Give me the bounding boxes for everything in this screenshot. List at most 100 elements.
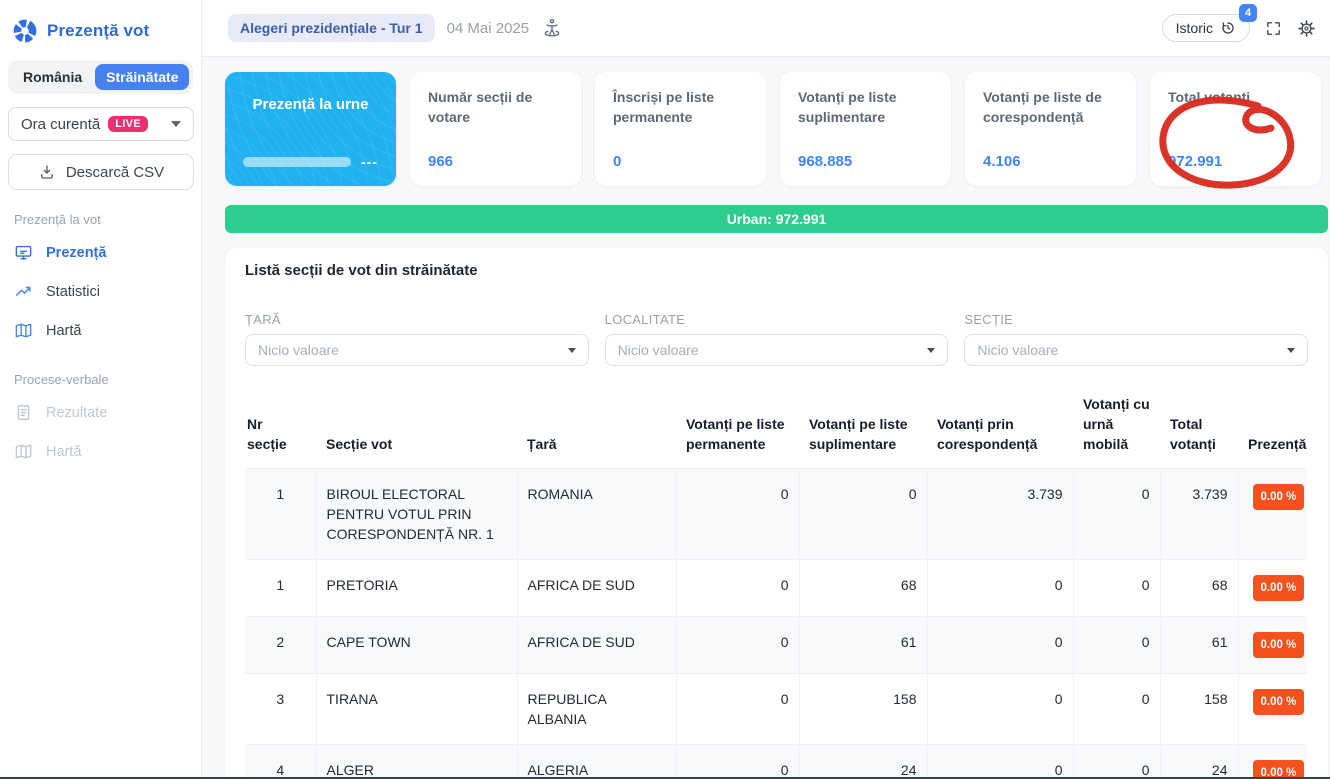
turnout-progress-bar xyxy=(243,157,351,167)
fullscreen-icon[interactable] xyxy=(1265,20,1282,37)
cell-prezenta: 0.00 % xyxy=(1238,674,1307,745)
cell-sectie-vot: CAPE TOWN xyxy=(316,617,517,674)
cell-total-votanti: 3.739 xyxy=(1160,469,1238,560)
download-csv-label: Descarcă CSV xyxy=(66,164,164,181)
nav-items: Rezultate Hartă xyxy=(8,393,193,471)
cell-sectie-vot: TIRANA xyxy=(316,674,517,745)
nav-section-label: Prezență la vot xyxy=(8,212,193,227)
caret-down-icon xyxy=(568,348,576,353)
table-row: 4 ALGER ALGERIA 0 24 0 0 24 0.00 % xyxy=(245,745,1307,779)
nav-sections: Prezență la vot Prezență Statistici Hart… xyxy=(8,212,193,471)
stat-card: Votanți pe liste suplimentare 968.885 xyxy=(780,72,951,186)
cell-liste-permanente: 0 xyxy=(676,617,799,674)
table-body: 1 BIROUL ELECTORAL PENTRU VOTUL PRIN COR… xyxy=(245,469,1307,779)
table-row: 1 PRETORIA AFRICA DE SUD 0 68 0 0 68 0.0… xyxy=(245,560,1307,617)
download-csv-button[interactable]: Descarcă CSV xyxy=(8,154,194,190)
column-header: Votanți pe liste suplimentare xyxy=(799,390,927,469)
cell-sectie-vot: BIROUL ELECTORAL PENTRU VOTUL PRIN CORES… xyxy=(316,469,517,560)
cell-urna-mobila: 0 xyxy=(1073,674,1160,745)
cell-tara: ROMANIA xyxy=(517,469,676,560)
column-header: Prezență xyxy=(1238,390,1307,469)
cell-liste-suplimentare: 158 xyxy=(799,674,927,745)
cell-prezenta: 0.00 % xyxy=(1238,469,1307,560)
cell-total-votanti: 24 xyxy=(1160,745,1238,779)
cell-total-votanti: 61 xyxy=(1160,617,1238,674)
main-area: Alegeri prezidențiale - Tur 1 04 Mai 202… xyxy=(202,0,1330,779)
stat-card-value: 0 xyxy=(613,153,748,170)
country-tabs: România Străinătate xyxy=(8,60,193,94)
cell-urna-mobila: 0 xyxy=(1073,617,1160,674)
cell-corespondenta: 0 xyxy=(927,617,1073,674)
nav-item-label: Statistici xyxy=(46,284,100,300)
panel-title: Listă secții de vot din străinătate xyxy=(245,262,1308,279)
column-header: Țară xyxy=(517,390,676,469)
filter-label: SECȚIE xyxy=(964,312,1308,327)
document-icon xyxy=(14,403,33,422)
sidebar-item-statistici[interactable]: Statistici xyxy=(8,272,193,311)
map-icon xyxy=(14,442,33,461)
stat-card-title: Înscriși pe liste permanente xyxy=(613,88,748,128)
sidebar-item-hartă[interactable]: Hartă xyxy=(8,311,193,350)
cell-liste-suplimentare: 24 xyxy=(799,745,927,779)
cell-total-votanti: 158 xyxy=(1160,674,1238,745)
cell-prezenta: 0.00 % xyxy=(1238,745,1307,779)
cell-liste-suplimentare: 61 xyxy=(799,617,927,674)
istoric-label: Istoric xyxy=(1176,20,1213,36)
filter-țară: ȚARĂ Nicio valoare xyxy=(245,312,589,366)
cell-prezenta: 0.00 % xyxy=(1238,617,1307,674)
cell-corespondenta: 3.739 xyxy=(927,469,1073,560)
election-badge: Alegeri prezidențiale - Tur 1 xyxy=(228,14,435,42)
cell-total-votanti: 68 xyxy=(1160,560,1238,617)
shutter-icon xyxy=(12,18,38,44)
filter-select[interactable]: Nicio valoare xyxy=(605,334,949,366)
cell-liste-permanente: 0 xyxy=(676,674,799,745)
turnout-row: --- xyxy=(243,154,378,170)
page: Prezență vot România Străinătate Ora cur… xyxy=(0,0,1330,779)
topbar-right: Istoric 4 xyxy=(1162,14,1316,42)
accessibility-icon[interactable] xyxy=(541,17,563,39)
table-header-row: Nr secțieSecție votȚarăVotanți pe liste … xyxy=(245,390,1307,469)
stat-card-value: 966 xyxy=(428,153,563,170)
caret-down-icon xyxy=(171,121,181,127)
cell-prezenta: 0.00 % xyxy=(1238,560,1307,617)
table-row: 3 TIRANA REPUBLICA ALBANIA 0 158 0 0 158… xyxy=(245,674,1307,745)
content: Prezență la urne --- Număr secții de vot… xyxy=(202,57,1330,779)
cell-corespondenta: 0 xyxy=(927,674,1073,745)
monitor-icon xyxy=(14,243,33,262)
caret-down-icon xyxy=(927,348,935,353)
nav-group: Prezență la vot Prezență Statistici Hart… xyxy=(8,212,193,350)
sidebar-item-prezență[interactable]: Prezență xyxy=(8,233,193,272)
tab-romania[interactable]: România xyxy=(12,64,93,90)
sidebar-item-hartă[interactable]: Hartă xyxy=(8,432,193,471)
istoric-button[interactable]: Istoric xyxy=(1162,14,1250,42)
cell-nr-sectie: 1 xyxy=(245,469,316,560)
sidebar-item-rezultate[interactable]: Rezultate xyxy=(8,393,193,432)
table-row: 2 CAPE TOWN AFRICA DE SUD 0 61 0 0 61 0.… xyxy=(245,617,1307,674)
filter-localitate: LOCALITATE Nicio valoare xyxy=(605,312,949,366)
cell-corespondenta: 0 xyxy=(927,560,1073,617)
turnout-card: Prezență la urne --- xyxy=(225,72,396,186)
cell-tara: ALGERIA xyxy=(517,745,676,779)
cell-nr-sectie: 1 xyxy=(245,560,316,617)
cell-sectie-vot: PRETORIA xyxy=(316,560,517,617)
election-date: 04 Mai 2025 xyxy=(447,20,530,37)
tab-strainatate[interactable]: Străinătate xyxy=(95,64,189,90)
nav-item-label: Hartă xyxy=(46,444,81,460)
stat-card-title: Total votanți xyxy=(1168,88,1303,108)
table-head: Nr secțieSecție votȚarăVotanți pe liste … xyxy=(245,390,1307,469)
stat-card: Votanți pe liste de corespondență 4.106 xyxy=(965,72,1136,186)
cell-liste-permanente: 0 xyxy=(676,560,799,617)
column-header: Votanți prin corespondență xyxy=(927,390,1073,469)
sidebar: Prezență vot România Străinătate Ora cur… xyxy=(0,0,202,779)
stat-card-title: Votanți pe liste de corespondență xyxy=(983,88,1118,128)
topbar: Alegeri prezidențiale - Tur 1 04 Mai 202… xyxy=(202,0,1330,57)
history-icon xyxy=(1220,20,1236,36)
turnout-value: --- xyxy=(361,154,378,170)
prezenta-badge: 0.00 % xyxy=(1253,484,1305,510)
gear-icon[interactable] xyxy=(1297,19,1316,38)
filter-select[interactable]: Nicio valoare xyxy=(245,334,589,366)
time-select[interactable]: Ora curentă LIVE xyxy=(8,107,194,141)
filter-label: ȚARĂ xyxy=(245,312,589,327)
prezenta-badge: 0.00 % xyxy=(1253,575,1305,601)
filter-select[interactable]: Nicio valoare xyxy=(964,334,1308,366)
